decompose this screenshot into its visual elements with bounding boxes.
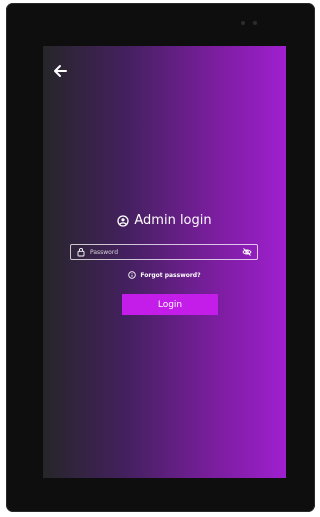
arrow-left-icon[interactable] bbox=[52, 63, 68, 79]
user-circle-icon bbox=[117, 214, 130, 227]
page-title-text: Admin login bbox=[134, 213, 212, 228]
password-input[interactable] bbox=[90, 246, 242, 258]
page-title: Admin login bbox=[43, 213, 286, 228]
password-field[interactable] bbox=[70, 244, 258, 260]
sensor-dot bbox=[253, 21, 257, 25]
login-screen: Admin login Forgot password? Login bbox=[43, 46, 286, 478]
info-circle-icon bbox=[128, 271, 137, 279]
device-frame: Admin login Forgot password? Login bbox=[6, 3, 315, 512]
eye-off-icon[interactable] bbox=[242, 247, 252, 257]
forgot-password-link[interactable]: Forgot password? bbox=[43, 271, 286, 279]
forgot-password-label: Forgot password? bbox=[140, 271, 201, 279]
login-button[interactable]: Login bbox=[122, 294, 218, 315]
lock-icon bbox=[77, 248, 85, 257]
camera-dot bbox=[241, 21, 245, 25]
front-sensor bbox=[241, 21, 257, 25]
